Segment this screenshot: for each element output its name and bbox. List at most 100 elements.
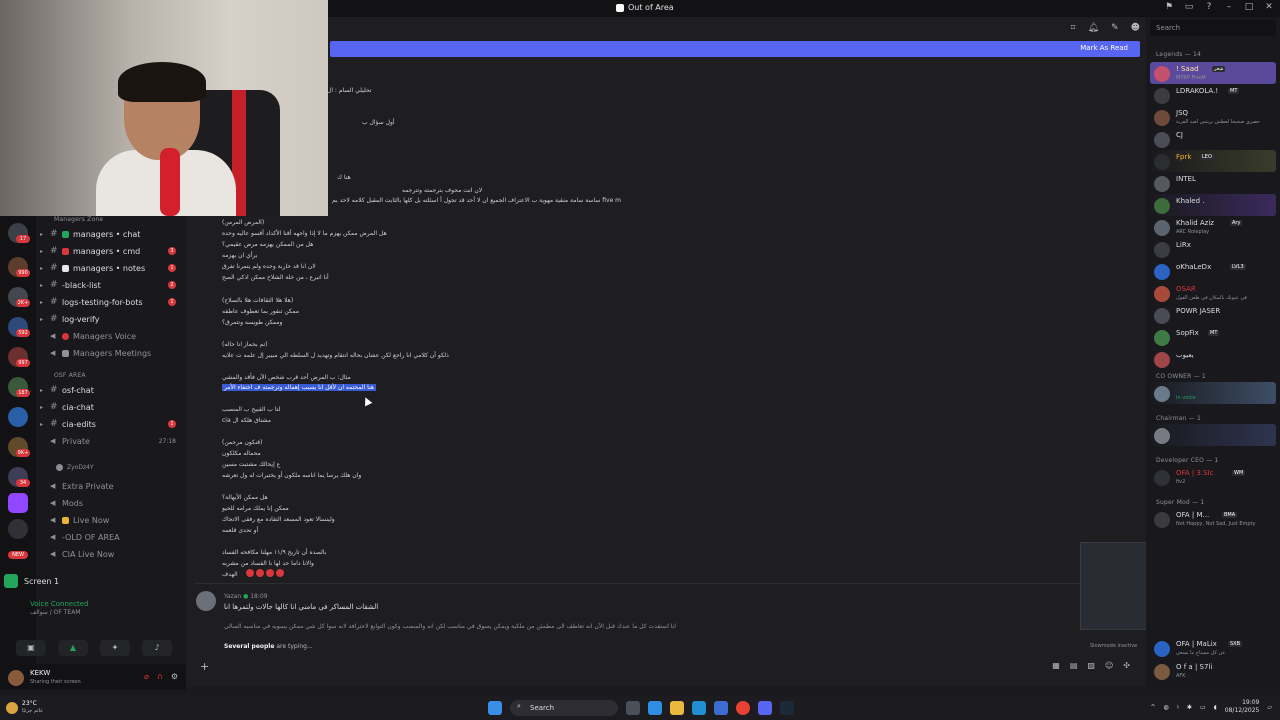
voice-channel-mods[interactable]: ◀ Mods [40, 495, 182, 511]
voice-channel-old-area[interactable]: ◀ -OLD OF AREA [40, 529, 182, 545]
weather-temp[interactable]: 23°C [22, 700, 37, 707]
notifications-icon[interactable]: ▱ [1267, 704, 1272, 711]
deafen-icon[interactable]: ∩ [157, 672, 163, 681]
member-item[interactable]: Khalid Aziz ARC Roleplay Ary [1150, 216, 1276, 238]
volume-icon[interactable]: ◖ [1214, 704, 1217, 711]
channel-cia-chat[interactable]: ▸ # cia-chat [40, 399, 182, 415]
mute-icon[interactable]: ⌀ [144, 672, 149, 681]
minimize-icon[interactable]: – [1224, 2, 1234, 12]
member-item[interactable]: oKhaLeDx LVL3 [1150, 260, 1276, 282]
channel-black-list[interactable]: ▸ # -black-list 2 [40, 277, 182, 293]
member-item[interactable]: JSQ حصري صحيحا لعطش بريتس لعبه القرية [1150, 106, 1276, 128]
members-icon[interactable]: ☻ [1131, 23, 1140, 33]
member-item[interactable]: INTEL [1150, 172, 1276, 194]
user-name[interactable]: KEKW [30, 669, 50, 677]
copilot-icon[interactable] [648, 701, 662, 715]
voice-channel-name[interactable]: سوالف / OF TEAM [30, 609, 81, 616]
member-item[interactable]: OFA | M... Not Happy, Not Sad, Just Empt… [1150, 508, 1276, 530]
add-attachment-icon[interactable]: + [200, 660, 209, 673]
member-item[interactable] [1150, 424, 1276, 446]
close-icon[interactable]: ✕ [1264, 2, 1274, 12]
maximize-icon[interactable]: □ [1244, 2, 1254, 12]
voice-channel-live-now[interactable]: ◀ Live Now [40, 512, 182, 528]
chrome-icon[interactable] [736, 701, 750, 715]
inbox-icon[interactable]: ⚑ [1164, 2, 1174, 12]
store-icon[interactable] [714, 701, 728, 715]
gif-icon[interactable]: ▤ [1070, 661, 1078, 670]
screen-icon[interactable]: ▭ [1184, 2, 1194, 12]
threads-icon[interactable]: ⌗ [1071, 23, 1076, 33]
voice-channel-managers-meetings[interactable]: ◀ Managers Meetings [40, 345, 182, 361]
activities-button[interactable]: ✦ [100, 640, 130, 656]
edge-icon[interactable] [692, 701, 706, 715]
member-item[interactable]: POWR JASER [1150, 304, 1276, 326]
share-screen-button[interactable]: ▲ [58, 640, 88, 656]
pin-icon[interactable]: ✎ [1111, 23, 1119, 33]
twitch-icon[interactable] [8, 493, 28, 513]
member-item[interactable]: LDRAKOLA.! MT [1150, 84, 1276, 106]
channel-osf-chat[interactable]: ▸ # osf-chat [40, 382, 182, 398]
weather-icon[interactable] [6, 702, 18, 714]
voice-channel-cia-live[interactable]: ◀ CIA Live Now [40, 546, 182, 562]
channel-cia-edits[interactable]: ▸ # cia-edits 1 [40, 416, 182, 432]
member-item[interactable]: In voice [1150, 382, 1276, 404]
voice-channel-extra-private[interactable]: ◀ Extra Private [40, 478, 182, 494]
selected-text[interactable]: هنا المحتمه ان لأقل انا بسبب إهماله وترج… [222, 384, 376, 391]
apps-icon[interactable]: ✣ [1123, 661, 1130, 670]
channel-managers-notes[interactable]: ▸ # managers • notes 1 [40, 260, 182, 276]
server-icon[interactable] [8, 407, 28, 427]
category-managers-zone[interactable]: Managers Zone [54, 216, 103, 223]
screen-share-row[interactable]: Screen 1 [4, 571, 182, 591]
mic-icon[interactable]: ♮ [1177, 704, 1179, 711]
voice-channel-private[interactable]: ◀ Private 27:18 [40, 433, 182, 449]
soundboard-button[interactable]: ♪ [142, 640, 172, 656]
mark-as-read-button[interactable]: Mark As Read [1080, 44, 1128, 52]
clock[interactable]: 19:09 08/12/2025 [1225, 699, 1260, 715]
message-composer[interactable]: + ▦ ▤ ▧ ☺ ✣ [194, 657, 1138, 677]
server-icon[interactable] [8, 519, 28, 539]
message-line: مشتاق هلكه ال cia [222, 417, 271, 424]
voice-channel-managers-voice[interactable]: ◀ Managers Voice [40, 328, 182, 344]
channel-managers-cmd[interactable]: ▸ # managers • cmd 3 [40, 243, 182, 259]
monitor-icon[interactable]: ▭ [1200, 704, 1206, 711]
steam-icon[interactable] [780, 701, 794, 715]
network-icon[interactable]: ◍ [1164, 704, 1169, 711]
avatar[interactable] [196, 591, 216, 611]
message-item[interactable]: Yazan ● 18:09 الشقات المساكر في مامني ان… [196, 591, 1136, 641]
file-explorer-icon[interactable] [670, 701, 684, 715]
member-item[interactable]: يعيوب [1150, 348, 1276, 370]
sticker-icon[interactable]: ▧ [1087, 661, 1095, 670]
discord-icon[interactable] [758, 701, 772, 715]
gift-icon[interactable]: ▦ [1052, 661, 1060, 670]
task-view-icon[interactable] [626, 701, 640, 715]
gear-icon[interactable]: ⚙ [171, 672, 178, 681]
help-icon[interactable]: ? [1204, 2, 1214, 12]
category-osf-area[interactable]: OSF AREA [54, 372, 86, 379]
start-button[interactable] [488, 701, 502, 715]
camera-button[interactable]: ▣ [16, 640, 46, 656]
bluetooth-icon[interactable]: ✱ [1187, 704, 1192, 711]
avatar[interactable] [8, 670, 24, 686]
author-name[interactable]: Yazan [224, 593, 241, 600]
member-item[interactable]: OFA | 3.SIc fiv2 WM [1150, 466, 1276, 488]
chevron-up-icon[interactable]: ^ [1150, 704, 1155, 711]
channel-logs-testing[interactable]: ▸ # logs-testing-for-bots 1 [40, 294, 182, 310]
member-item[interactable]: O f a | S7li AFK [1150, 660, 1276, 682]
member-item[interactable]: Khaled . [1150, 194, 1276, 216]
member-item[interactable]: ! Saad MTRP FiveM شعر [1150, 62, 1276, 84]
member-item[interactable]: SopFix MT [1150, 326, 1276, 348]
channel-log-verify[interactable]: ▸ # log-verify [40, 311, 182, 327]
member-item[interactable]: Fprk LEO [1150, 150, 1276, 172]
channel-managers-chat[interactable]: ▸ # managers • chat [40, 226, 182, 242]
member-item[interactable]: LiRx [1150, 238, 1276, 260]
new-messages-bar[interactable]: Mark As Read [330, 41, 1140, 57]
search-input[interactable]: Search [1150, 20, 1276, 36]
voice-user[interactable]: ZyoDz4Y [56, 459, 176, 475]
taskbar-search[interactable]: ⌕ Search [510, 700, 618, 716]
voice-connected-status[interactable]: Voice Connected [30, 600, 89, 608]
member-item[interactable]: CJ [1150, 128, 1276, 150]
emoji-icon[interactable]: ☺ [1105, 661, 1113, 670]
member-item[interactable]: OFA | MaLix عن كل مستاح ما يسعي SXB [1150, 637, 1276, 659]
member-item[interactable]: OSAR في عيونك بالمكان في طعن الفول [1150, 282, 1276, 304]
notification-icon[interactable]: 🔔︎ [1088, 23, 1099, 33]
